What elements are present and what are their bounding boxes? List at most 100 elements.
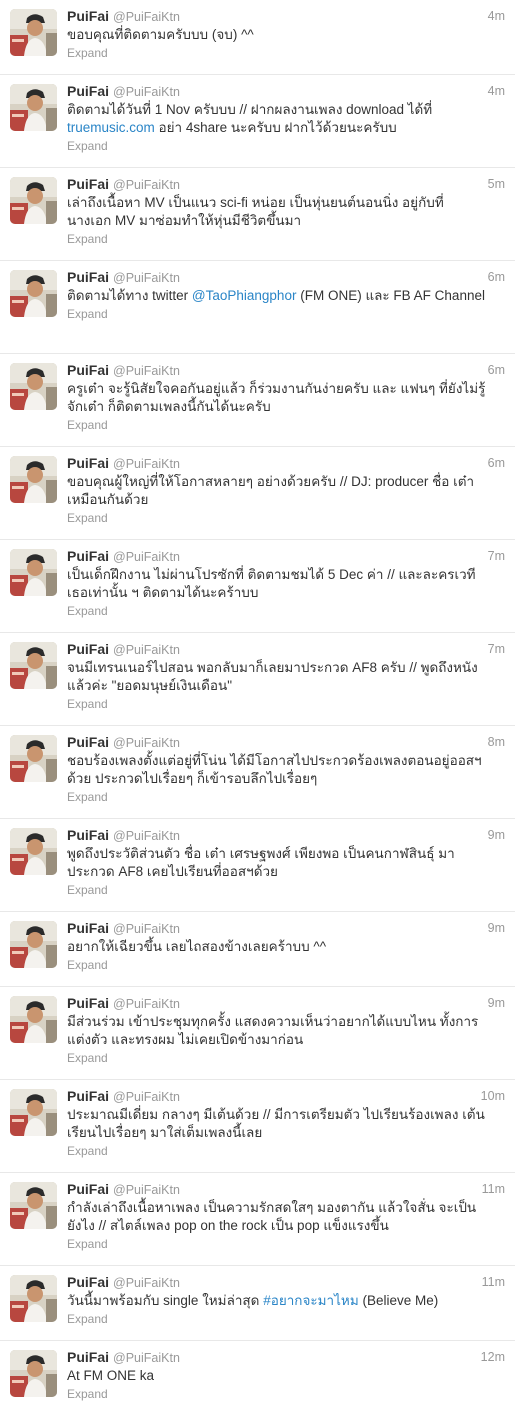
expand-link[interactable]: Expand	[67, 1143, 505, 1159]
tweet-item[interactable]: PuiFai @PuiFaiKtn 4m ขอบคุณที่ติดตามครับบ…	[0, 0, 515, 75]
tweet-timestamp[interactable]: 12m	[481, 1349, 505, 1366]
avatar[interactable]	[10, 549, 57, 596]
tweet-timestamp[interactable]: 6m	[488, 362, 505, 379]
tweet-hashtag-link[interactable]: #อยากจะมาไหม	[263, 1293, 359, 1308]
user-handle[interactable]: @PuiFaiKtn	[113, 10, 180, 24]
user-name[interactable]: PuiFai	[67, 83, 109, 99]
expand-link[interactable]: Expand	[67, 882, 505, 898]
avatar[interactable]	[10, 642, 57, 689]
avatar[interactable]	[10, 735, 57, 782]
tweet-item[interactable]: PuiFai @PuiFaiKtn 6m ติดตามได้ทาง twitter…	[0, 261, 515, 354]
tweet-item[interactable]: PuiFai @PuiFaiKtn 9m อยากให้เฉียวขึ้น เลย…	[0, 912, 515, 987]
tweet-timestamp[interactable]: 4m	[488, 8, 505, 25]
user-name[interactable]: PuiFai	[67, 269, 109, 285]
avatar[interactable]	[10, 921, 57, 968]
user-name[interactable]: PuiFai	[67, 1349, 109, 1365]
tweet-timestamp[interactable]: 9m	[488, 827, 505, 844]
expand-link[interactable]: Expand	[67, 306, 505, 322]
tweet-item[interactable]: PuiFai @PuiFaiKtn 11m กำลังเล่าถึงเนื้อหา…	[0, 1173, 515, 1266]
user-handle[interactable]: @PuiFaiKtn	[113, 922, 180, 936]
avatar[interactable]	[10, 456, 57, 503]
tweet-timestamp[interactable]: 10m	[481, 1088, 505, 1105]
expand-link[interactable]: Expand	[67, 789, 505, 805]
user-handle[interactable]: @PuiFaiKtn	[113, 829, 180, 843]
user-name[interactable]: PuiFai	[67, 995, 109, 1011]
avatar[interactable]	[10, 363, 57, 410]
user-handle[interactable]: @PuiFaiKtn	[113, 178, 180, 192]
expand-link[interactable]: Expand	[67, 1236, 505, 1252]
user-name[interactable]: PuiFai	[67, 176, 109, 192]
avatar[interactable]	[10, 1182, 57, 1229]
avatar[interactable]	[10, 828, 57, 875]
user-handle[interactable]: @PuiFaiKtn	[113, 85, 180, 99]
tweet-item[interactable]: PuiFai @PuiFaiKtn 7m จนมีเทรนเนอร์ไปสอน พ…	[0, 633, 515, 726]
expand-link[interactable]: Expand	[67, 957, 505, 973]
expand-link[interactable]: Expand	[67, 1050, 505, 1066]
expand-link[interactable]: Expand	[67, 603, 505, 619]
avatar[interactable]	[10, 1275, 57, 1322]
expand-link[interactable]: Expand	[67, 45, 505, 61]
user-name[interactable]: PuiFai	[67, 8, 109, 24]
tweet-item[interactable]: PuiFai @PuiFaiKtn 10m ประมาณมีเดี่ยม กลาง…	[0, 1080, 515, 1173]
tweet-item[interactable]: PuiFai @PuiFaiKtn 11m วันนี้มาพร้อมกับ si…	[0, 1266, 515, 1341]
tweet-timestamp[interactable]: 7m	[488, 548, 505, 565]
tweet-timestamp[interactable]: 11m	[482, 1274, 505, 1291]
avatar[interactable]	[10, 1089, 57, 1136]
avatar[interactable]	[10, 1350, 57, 1397]
user-handle[interactable]: @PuiFaiKtn	[113, 643, 180, 657]
user-handle[interactable]: @PuiFaiKtn	[113, 271, 180, 285]
tweet-timestamp[interactable]: 4m	[488, 83, 505, 100]
tweet-header: PuiFai @PuiFaiKtn	[67, 641, 505, 658]
tweet-item[interactable]: PuiFai @PuiFaiKtn 5m เล่าถึงเนื้อหา MV เป…	[0, 168, 515, 261]
user-name[interactable]: PuiFai	[67, 1274, 109, 1290]
user-handle[interactable]: @PuiFaiKtn	[113, 457, 180, 471]
user-name[interactable]: PuiFai	[67, 1088, 109, 1104]
avatar[interactable]	[10, 9, 57, 56]
tweet-item[interactable]: PuiFai @PuiFaiKtn 8m ชอบร้องเพลงตั้งแต่อย…	[0, 726, 515, 819]
user-handle[interactable]: @PuiFaiKtn	[113, 1276, 180, 1290]
tweet-item[interactable]: PuiFai @PuiFaiKtn 4m ติดตามได้วันที่ 1 No…	[0, 75, 515, 168]
user-handle[interactable]: @PuiFaiKtn	[113, 997, 180, 1011]
tweet-timestamp[interactable]: 5m	[488, 176, 505, 193]
tweet-timestamp[interactable]: 11m	[482, 1181, 505, 1198]
avatar[interactable]	[10, 177, 57, 224]
expand-link[interactable]: Expand	[67, 696, 505, 712]
user-name[interactable]: PuiFai	[67, 1181, 109, 1197]
tweet-item[interactable]: PuiFai @PuiFaiKtn 12m At FM ONE ka Expand	[0, 1341, 515, 1416]
user-handle[interactable]: @PuiFaiKtn	[113, 1183, 180, 1197]
expand-link[interactable]: Expand	[67, 1386, 505, 1402]
tweet-item[interactable]: PuiFai @PuiFaiKtn 7m เป็นเด็กฝึกงาน ไม่ผ่…	[0, 540, 515, 633]
user-name[interactable]: PuiFai	[67, 734, 109, 750]
user-name[interactable]: PuiFai	[67, 455, 109, 471]
user-name[interactable]: PuiFai	[67, 362, 109, 378]
expand-link[interactable]: Expand	[67, 417, 505, 433]
tweet-timestamp[interactable]: 9m	[488, 995, 505, 1012]
user-handle[interactable]: @PuiFaiKtn	[113, 364, 180, 378]
tweet-item[interactable]: PuiFai @PuiFaiKtn 6m ครูเต๋า จะรู้นิสัยใจ…	[0, 354, 515, 447]
tweet-item[interactable]: PuiFai @PuiFaiKtn 6m ขอบคุณผู้ใหญ่ที่ให้โ…	[0, 447, 515, 540]
tweet-item[interactable]: PuiFai @PuiFaiKtn 9m มีส่วนร่วม เข้าประชุ…	[0, 987, 515, 1080]
tweet-mention-link[interactable]: @TaoPhiangphor	[192, 288, 297, 303]
user-name[interactable]: PuiFai	[67, 920, 109, 936]
user-name[interactable]: PuiFai	[67, 548, 109, 564]
user-handle[interactable]: @PuiFaiKtn	[113, 1351, 180, 1365]
expand-link[interactable]: Expand	[67, 138, 505, 154]
user-name[interactable]: PuiFai	[67, 641, 109, 657]
avatar[interactable]	[10, 996, 57, 1043]
tweet-item[interactable]: PuiFai @PuiFaiKtn 9m พูดถึงประวัติส่วนตัว…	[0, 819, 515, 912]
expand-link[interactable]: Expand	[67, 231, 505, 247]
tweet-link[interactable]: truemusic.com	[67, 120, 155, 135]
tweet-timestamp[interactable]: 8m	[488, 734, 505, 751]
expand-link[interactable]: Expand	[67, 510, 505, 526]
user-handle[interactable]: @PuiFaiKtn	[113, 550, 180, 564]
avatar[interactable]	[10, 84, 57, 131]
tweet-timestamp[interactable]: 6m	[488, 455, 505, 472]
expand-link[interactable]: Expand	[67, 1311, 505, 1327]
user-handle[interactable]: @PuiFaiKtn	[113, 736, 180, 750]
tweet-timestamp[interactable]: 7m	[488, 641, 505, 658]
user-handle[interactable]: @PuiFaiKtn	[113, 1090, 180, 1104]
avatar[interactable]	[10, 270, 57, 317]
tweet-timestamp[interactable]: 6m	[488, 269, 505, 286]
user-name[interactable]: PuiFai	[67, 827, 109, 843]
tweet-timestamp[interactable]: 9m	[488, 920, 505, 937]
